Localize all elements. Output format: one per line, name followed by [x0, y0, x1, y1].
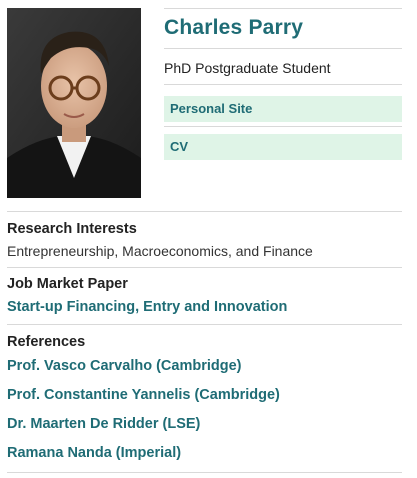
divider — [7, 472, 402, 473]
profile-photo — [7, 8, 141, 198]
reference-link[interactable]: Prof. Vasco Carvalho (Cambridge) — [7, 358, 241, 374]
research-interests-heading: Research Interests — [7, 221, 137, 237]
divider — [7, 267, 402, 268]
profile-position: PhD Postgraduate Student — [164, 60, 331, 76]
research-interests-text: Entrepreneurship, Macroeconomics, and Fi… — [7, 243, 313, 259]
profile-name: Charles Parry — [164, 16, 304, 39]
cv-link[interactable]: CV — [164, 134, 402, 160]
reference-link[interactable]: Ramana Nanda (Imperial) — [7, 445, 181, 461]
divider — [164, 126, 402, 127]
reference-link[interactable]: Prof. Constantine Yannelis (Cambridge) — [7, 387, 280, 403]
divider — [164, 8, 402, 9]
divider — [164, 84, 402, 85]
job-market-paper-link[interactable]: Start-up Financing, Entry and Innovation — [7, 299, 287, 315]
reference-link[interactable]: Dr. Maarten De Ridder (LSE) — [7, 416, 200, 432]
references-heading: References — [7, 334, 86, 350]
personal-site-link[interactable]: Personal Site — [164, 96, 402, 122]
divider — [7, 324, 402, 325]
divider — [7, 211, 402, 212]
divider — [164, 48, 402, 49]
job-market-paper-heading: Job Market Paper — [7, 276, 128, 292]
